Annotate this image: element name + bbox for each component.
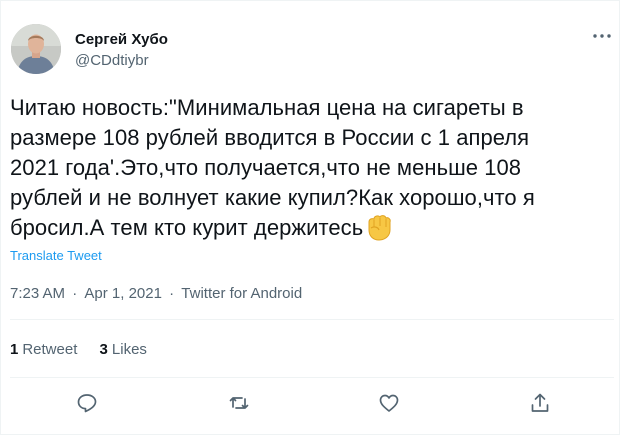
divider — [10, 319, 614, 320]
retweets-stat[interactable]: 1 Retweet — [10, 341, 77, 358]
likes-stat[interactable]: 3 Likes — [100, 341, 147, 358]
raised-fist-emoji-icon — [364, 213, 394, 249]
retweets-label: Retweet — [22, 341, 78, 358]
avatar[interactable] — [11, 24, 61, 74]
retweets-count: 1 — [10, 341, 19, 358]
share-icon[interactable] — [528, 391, 552, 415]
tweet-body: Читаю новость:"Минимальная цена на сигар… — [10, 95, 535, 240]
action-bar — [1, 391, 620, 417]
more-options-icon[interactable] — [589, 29, 615, 43]
tweet-card: Сергей Хубо @CDdtiybr Читаю новость:"Мин… — [0, 0, 620, 435]
like-icon[interactable] — [377, 391, 401, 415]
likes-count: 3 — [99, 341, 108, 358]
display-name[interactable]: Сергей Хубо — [75, 31, 168, 48]
tweet-metadata: 7:23 AM · Apr 1, 2021 · Twitter for Andr… — [10, 285, 302, 302]
separator-dot: · — [72, 285, 78, 302]
divider — [10, 377, 614, 378]
user-handle[interactable]: @CDdtiybr — [75, 52, 149, 69]
tweet-source[interactable]: Twitter for Android — [181, 285, 302, 302]
engagement-stats: 1 Retweet 3 Likes — [10, 341, 165, 358]
reply-icon[interactable] — [75, 391, 99, 415]
tweet-text: Читаю новость:"Минимальная цена на сигар… — [10, 93, 614, 249]
tweet-date[interactable]: Apr 1, 2021 — [84, 285, 162, 302]
retweet-icon[interactable] — [227, 391, 251, 415]
likes-label: Likes — [111, 341, 147, 358]
separator-dot: · — [169, 285, 175, 302]
tweet-time[interactable]: 7:23 AM — [10, 285, 65, 302]
translate-tweet-link[interactable]: Translate Tweet — [10, 248, 102, 263]
